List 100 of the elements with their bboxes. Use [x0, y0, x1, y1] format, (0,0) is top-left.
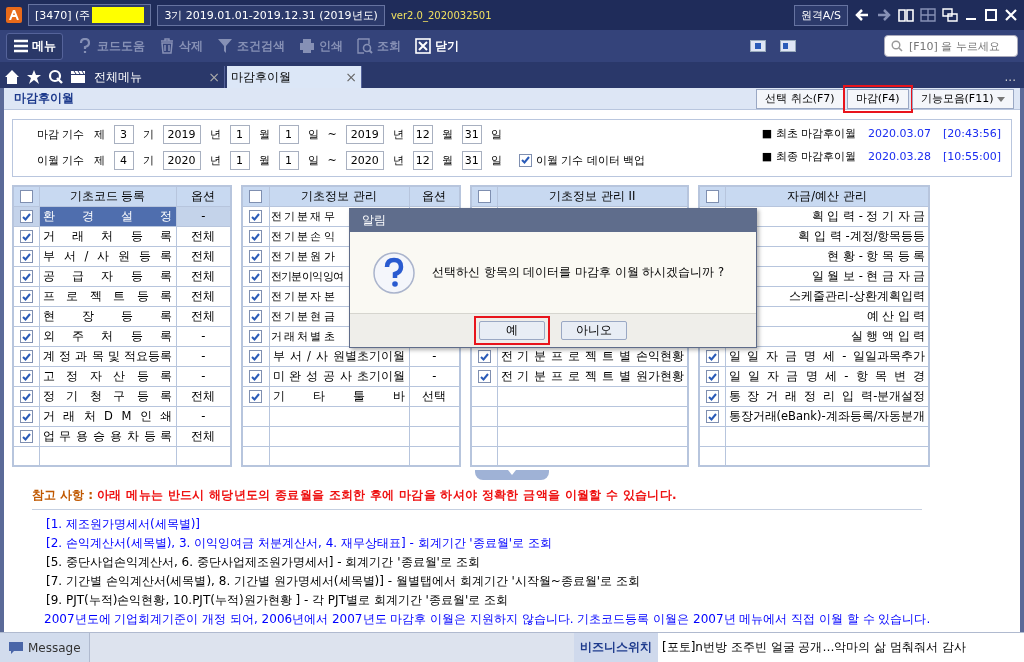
checkbox[interactable] — [249, 310, 263, 323]
table-cell[interactable]: 고 정 자 산 등 록 — [39, 366, 176, 386]
back-arrow-icon[interactable] — [854, 7, 870, 23]
magnifier-q-icon[interactable] — [48, 69, 64, 85]
input-field[interactable]: 2019 — [345, 124, 384, 144]
field-label: ~ — [327, 153, 337, 167]
field-label: 일 — [490, 126, 502, 142]
checkbox[interactable] — [19, 330, 33, 343]
table-cell[interactable]: 정 기 청 구 등 록 — [39, 386, 176, 406]
star-icon[interactable] — [26, 69, 42, 85]
checkbox[interactable] — [249, 350, 263, 363]
dialog-message: 선택하신 항목의 데이터를 마감후 이월 하시겠습니까 ? — [432, 265, 725, 280]
menu-button[interactable]: 메뉴 — [6, 32, 63, 60]
more-tabs-button[interactable]: ... — [996, 70, 1024, 88]
checkbox[interactable] — [19, 190, 33, 204]
checkbox[interactable] — [477, 190, 491, 204]
checkbox[interactable] — [705, 390, 719, 403]
input-field[interactable]: 2020 — [345, 150, 384, 170]
table-cell[interactable]: 외 주 처 등 록 — [39, 326, 176, 346]
checkbox[interactable] — [705, 370, 719, 383]
collapse-handle[interactable] — [475, 470, 549, 480]
checkbox[interactable] — [705, 190, 719, 204]
checkbox[interactable] — [249, 210, 263, 223]
note-line: 2007년도에 기업회계기준이 개정 되어, 2006년에서 2007년도 마감후 이월은 지원하지 않습니다. 기초코드등록 이월은 2007년 메뉴에서 직접 이월 할 수 있습니다. — [44, 611, 931, 627]
checkbox[interactable] — [249, 270, 263, 283]
input-field[interactable]: 1 — [229, 150, 250, 170]
input-field[interactable]: 1 — [229, 124, 250, 144]
checkbox[interactable] — [19, 230, 33, 243]
checkbox[interactable] — [19, 210, 33, 223]
caret-icon — [508, 470, 516, 475]
checkbox[interactable] — [249, 230, 263, 243]
tab-close-button[interactable]: × — [345, 69, 357, 85]
table-cell[interactable]: 현 장 등 록 — [39, 306, 176, 326]
input-field[interactable]: 2019 — [162, 124, 201, 144]
checkbox[interactable] — [249, 370, 263, 383]
home-icon[interactable] — [4, 69, 20, 85]
field-label: 년 — [209, 152, 221, 168]
checkbox[interactable] — [249, 330, 263, 343]
checkbox[interactable] — [19, 390, 33, 403]
book-icon[interactable] — [898, 7, 914, 23]
checkbox[interactable] — [705, 410, 719, 423]
close-icon[interactable] — [1004, 8, 1018, 22]
table-cell[interactable]: 공 급 자 등 록 — [39, 266, 176, 286]
input-field[interactable]: 1 — [278, 124, 299, 144]
windows-icon[interactable] — [942, 7, 958, 23]
checkbox[interactable] — [19, 430, 33, 443]
checkbox[interactable] — [249, 290, 263, 303]
checkbox[interactable] — [249, 390, 263, 403]
input-field[interactable]: 1 — [278, 150, 299, 170]
dialog-button[interactable]: 예 — [474, 316, 550, 345]
close-box-icon — [415, 38, 431, 54]
input-field[interactable]: 4 — [113, 150, 134, 170]
close-button[interactable]: 닫기 — [415, 37, 459, 55]
checkbox[interactable] — [705, 350, 719, 363]
search-field[interactable]: [F10] 을 누르세요 — [884, 35, 1018, 57]
check-icon — [251, 212, 261, 221]
message-button[interactable]: Message — [0, 633, 90, 662]
checkbox[interactable] — [518, 153, 532, 167]
input-field[interactable]: 31 — [461, 150, 482, 170]
table-cell[interactable]: 미 완 성 공 사 초기이월 — [269, 366, 409, 386]
checkbox[interactable] — [477, 370, 491, 383]
remote-support-button[interactable]: 원격A/S — [793, 4, 848, 26]
checkbox[interactable] — [19, 350, 33, 363]
table-cell[interactable]: 업 무 용 승 용 차 등 록 — [39, 426, 176, 446]
news-ticker[interactable]: [포토]n번방 조주빈 얼굴 공개…악마의 삶 멈춰줘서 감사 — [658, 633, 1024, 662]
clapperboard-icon[interactable] — [70, 69, 86, 85]
action-button[interactable]: 선택 취소(F7) — [756, 88, 844, 109]
tab-close-button[interactable]: × — [208, 69, 220, 85]
table-cell[interactable]: 계 정 과 목 및 적요등록 — [39, 346, 176, 366]
maximize-icon[interactable] — [984, 8, 998, 22]
checkbox[interactable] — [19, 270, 33, 283]
filter-icon — [217, 38, 233, 54]
grid-icon[interactable] — [920, 7, 936, 23]
action-button[interactable]: 기능모음(F11) — [911, 88, 1014, 109]
note-heading: 참고 사항 : — [32, 487, 94, 504]
table-cell[interactable]: 거 래 처 D M 인 쇄 — [39, 406, 176, 426]
table-cell[interactable]: 부 서 / 사 원 등 록 — [39, 246, 176, 266]
checkbox[interactable] — [19, 370, 33, 383]
table-cell[interactable]: 기 타 툴 바 — [269, 386, 409, 406]
checkbox[interactable] — [249, 190, 263, 204]
checkbox[interactable] — [19, 410, 33, 423]
input-field[interactable]: 12 — [412, 124, 433, 144]
input-field[interactable]: 12 — [412, 150, 433, 170]
layout-icon[interactable] — [750, 40, 766, 52]
info-date: 2020.03.28 — [868, 150, 931, 163]
forward-arrow-icon[interactable] — [876, 7, 892, 23]
input-field[interactable]: 31 — [461, 124, 482, 144]
checkbox[interactable] — [19, 290, 33, 303]
checkbox[interactable] — [19, 310, 33, 323]
checkbox[interactable] — [19, 250, 33, 263]
tab[interactable]: 마감후이월 × — [227, 66, 362, 88]
layout-icon[interactable] — [780, 40, 796, 52]
check-icon — [21, 292, 31, 301]
table-cell[interactable]: 프 로 젝 트 등 록 — [39, 286, 176, 306]
table-cell[interactable]: 거 래 처 등 록 — [39, 226, 176, 246]
input-field[interactable]: 3 — [113, 124, 134, 144]
check-icon — [21, 212, 31, 221]
checkbox[interactable] — [477, 350, 491, 363]
input-field[interactable]: 2020 — [162, 150, 201, 170]
checkbox[interactable] — [249, 250, 263, 263]
